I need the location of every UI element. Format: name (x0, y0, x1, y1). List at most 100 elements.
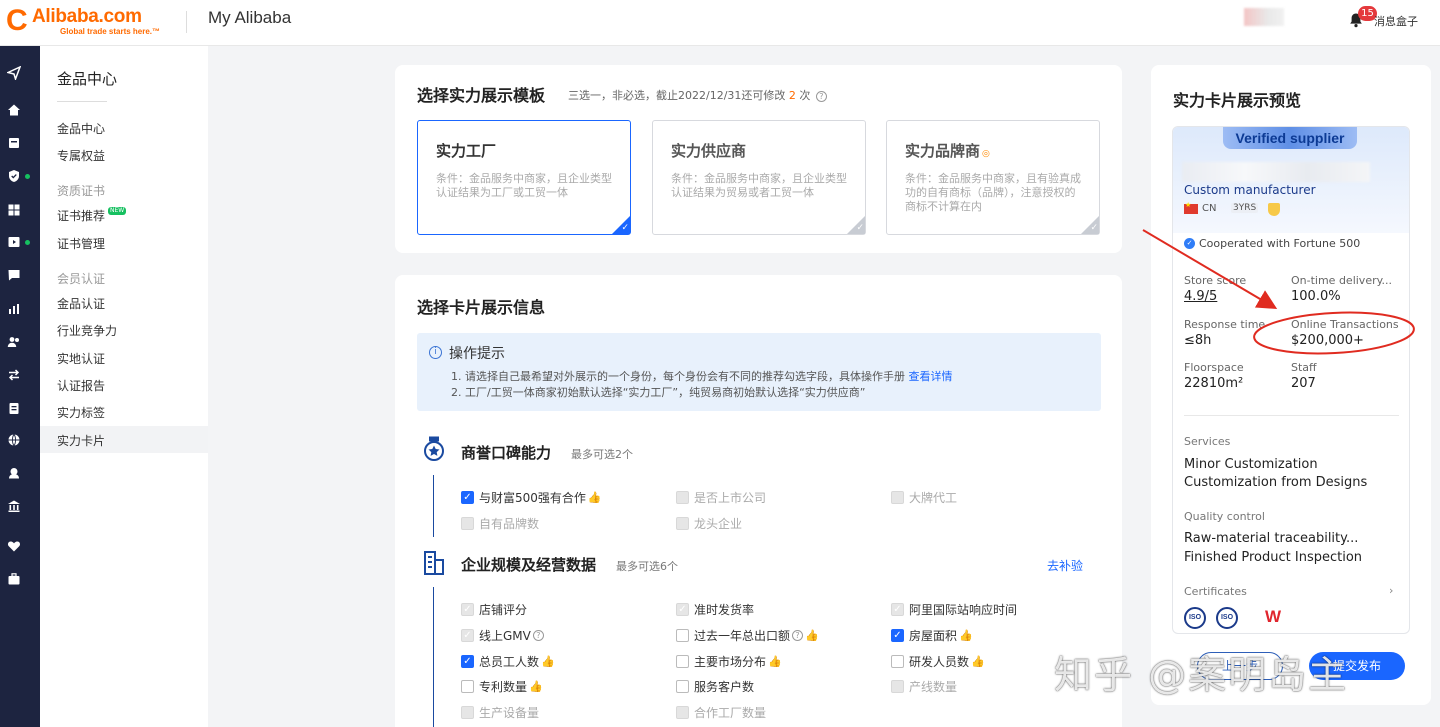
template-selection-card: 选择实力展示模板 三选一，非必选，截止2022/12/31还可修改 2 次 ? … (395, 65, 1122, 253)
option-equipment: 生产设备量 (461, 704, 539, 721)
sidebar-item-onsite-auth[interactable]: 实地认证 (57, 350, 105, 367)
video-icon[interactable] (7, 235, 21, 249)
template-option-name: 实力工厂 (436, 142, 497, 160)
checkbox[interactable] (676, 629, 689, 642)
option-total-staff[interactable]: ✓ 总员工人数 👍 (461, 653, 555, 670)
option-fortune500[interactable]: ✓ 与财富500强有合作 👍 (461, 489, 602, 506)
info-section-title: 选择卡片展示信息 (417, 298, 546, 317)
template-option-desc: 条件：金品服务中商家，且企业类型认证结果为贸易或者工贸一体 (671, 172, 847, 199)
option-label: 合作工厂数量 (694, 706, 767, 720)
checkbox: ✓ (461, 629, 474, 642)
template-option-brand[interactable]: 实力品牌商 ◎ 条件：金品服务中商家，且有验真成功的自有商标（品牌），注意授权的商… (886, 120, 1100, 235)
option-label: 服务客户数 (694, 680, 755, 694)
message-box-link[interactable]: 消息盒子 (1374, 13, 1418, 29)
template-section-title: 选择实力展示模板 (417, 86, 546, 105)
option-label: 产线数量 (909, 680, 958, 694)
send-icon[interactable] (7, 66, 21, 80)
alibaba-logo[interactable]: C Alibaba.com Global trade starts here.™ (6, 4, 178, 40)
home-icon[interactable] (7, 103, 21, 117)
option-label: 主要市场分布 (694, 655, 767, 669)
sidebar-item-auth-report[interactable]: 认证报告 (57, 377, 105, 394)
checkbox[interactable] (676, 680, 689, 693)
apps-icon[interactable] (7, 203, 21, 217)
stat-value: 4.9/5 (1184, 289, 1218, 304)
verified-supplier-badge: Verified supplier (1223, 127, 1357, 149)
building-icon (424, 551, 444, 575)
chat-icon[interactable] (7, 268, 21, 282)
sidebar-item-cert-manage[interactable]: 证书管理 (57, 235, 105, 252)
template-option-factory[interactable]: 实力工厂 条件：金品服务中商家，且企业类型认证结果为工厂或工贸一体 ✓ (417, 120, 631, 235)
checkbox[interactable]: ✓ (461, 655, 474, 668)
sidebar-item-exclusive-rights[interactable]: 专属权益 (57, 147, 105, 164)
chevron-right-icon[interactable]: › (1389, 584, 1393, 597)
option-label: 龙头企业 (694, 517, 743, 531)
users-icon[interactable] (7, 335, 21, 349)
bank-icon[interactable] (7, 499, 21, 513)
stat-value: $200,000+ (1291, 333, 1364, 348)
help-icon[interactable]: ? (532, 630, 544, 641)
store-icon[interactable] (7, 136, 21, 150)
option-export-amount[interactable]: 过去一年总出口额? 👍 (676, 627, 819, 644)
checkbox[interactable] (461, 680, 474, 693)
sidebar-item-industry-competitiveness[interactable]: 行业竞争力 (57, 322, 117, 339)
sidebar-item-strength-tags[interactable]: 实力标签 (57, 404, 105, 421)
option-main-markets[interactable]: 主要市场分布 👍 (676, 653, 782, 670)
option-label: 研发人员数 (909, 655, 970, 669)
option-customers-served[interactable]: 服务客户数 (676, 678, 754, 695)
section-divider (433, 587, 434, 727)
option-oem-brand: 大牌代工 (891, 489, 957, 506)
heart-icon[interactable] (7, 539, 21, 553)
globe-icon[interactable] (7, 433, 21, 447)
option-floor-area[interactable]: ✓ 房屋面积 👍 (891, 627, 973, 644)
header-divider (186, 11, 187, 33)
check-icon: ✓ (856, 223, 864, 233)
option-label: 房屋面积 (909, 629, 958, 643)
help-icon[interactable]: ? (792, 630, 804, 641)
option-label: 生产设备量 (479, 706, 540, 720)
view-details-link[interactable]: 查看详情 (909, 370, 953, 383)
briefcase-icon[interactable] (7, 572, 21, 586)
stat-label: Response time (1184, 318, 1266, 331)
option-label: 专利数量 (479, 680, 528, 694)
scale-limit: 最多可选6个 (616, 560, 678, 573)
info-icon[interactable]: ◎ (982, 149, 990, 159)
checkbox (676, 706, 689, 719)
template-section-subtitle: 三选一，非必选，截止2022/12/31还可修改 2 次 ? (568, 87, 827, 103)
sidebar-item-strength-card[interactable]: 实力卡片 (57, 432, 105, 449)
checkbox[interactable]: ✓ (461, 491, 474, 504)
option-online-gmv: ✓ 线上GMV? (461, 627, 544, 644)
clipboard-icon[interactable] (7, 401, 21, 415)
option-label: 总员工人数 (479, 655, 540, 669)
help-icon[interactable]: ? (815, 90, 827, 102)
checkbox[interactable] (891, 655, 904, 668)
shield-icon[interactable] (7, 169, 21, 183)
qc-item: Raw-material traceability... (1184, 531, 1359, 546)
certificates-label: Certificates (1184, 585, 1247, 598)
option-label: 准时发货率 (694, 603, 755, 617)
service-icon[interactable] (7, 466, 21, 480)
user-name-blurred[interactable] (1244, 8, 1284, 26)
check-icon: ✓ (621, 223, 629, 233)
option-label: 过去一年总出口额 (694, 629, 791, 643)
sidebar-item-gold-auth[interactable]: 金品认证 (57, 295, 105, 312)
sidebar-item-cert-recommend[interactable]: 证书推荐 NEW (57, 207, 127, 224)
transfer-icon[interactable] (7, 368, 21, 382)
thumbs-up-icon: 👍 (768, 655, 782, 668)
option-patents[interactable]: 专利数量 👍 (461, 678, 543, 695)
scale-section-title: 企业规模及经营数据 (461, 556, 597, 574)
go-verify-link[interactable]: 去补验 (1047, 557, 1083, 574)
reputation-section-title: 商誉口碑能力 (461, 444, 552, 462)
sidebar-item-gold-center[interactable]: 金品中心 (57, 120, 105, 137)
country-code: CN (1202, 203, 1217, 214)
checkbox[interactable] (676, 655, 689, 668)
checkbox (676, 517, 689, 530)
thumbs-up-icon: 👍 (805, 629, 819, 642)
thumbs-up-icon: 👍 (959, 629, 973, 642)
option-rd-staff[interactable]: 研发人员数 👍 (891, 653, 985, 670)
chart-icon[interactable] (7, 302, 21, 316)
top-bar: C Alibaba.com Global trade starts here.™… (0, 0, 1440, 46)
preview-divider (1184, 415, 1399, 416)
template-option-supplier[interactable]: 实力供应商 条件：金品服务中商家，且企业类型认证结果为贸易或者工贸一体 ✓ (652, 120, 866, 235)
status-dot (25, 240, 30, 245)
checkbox[interactable]: ✓ (891, 629, 904, 642)
